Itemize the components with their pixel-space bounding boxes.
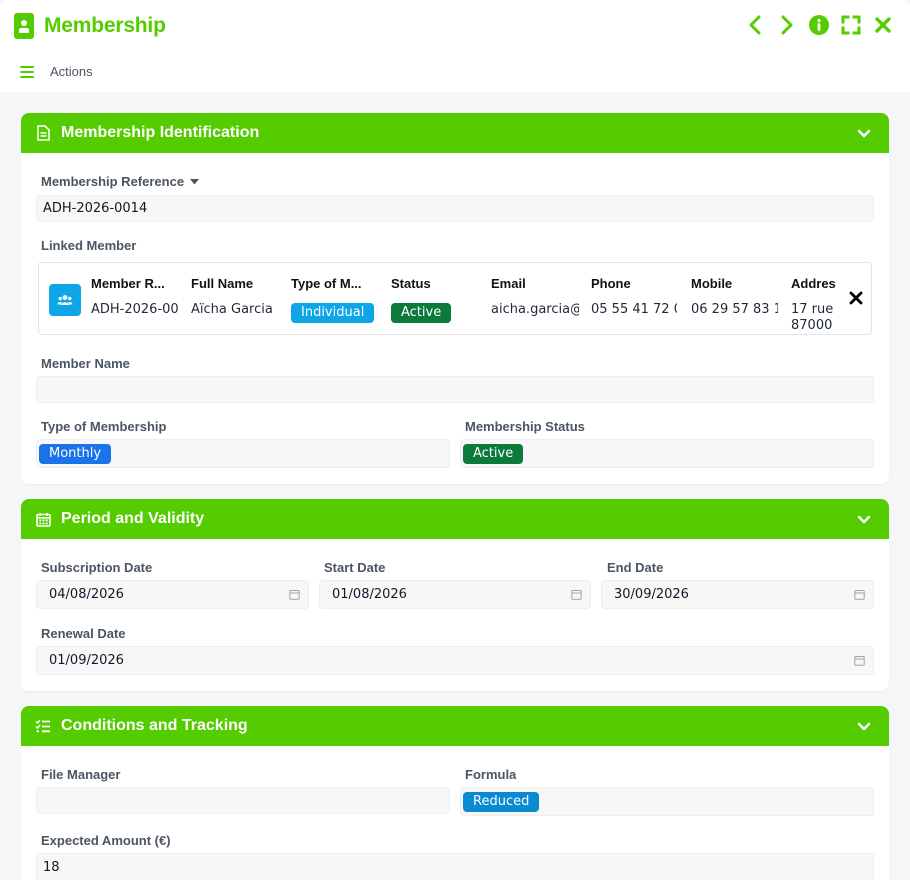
identification-header[interactable]: Membership Identification — [21, 113, 889, 153]
status-field[interactable]: Active — [460, 439, 874, 468]
subscription-date-label: Subscription Date — [41, 560, 153, 575]
remove-link-icon[interactable] — [849, 291, 863, 310]
lm-header-type: Type of M... — [291, 276, 362, 291]
renewal-date-value: 01/09/2026 — [49, 653, 124, 668]
reference-field[interactable]: ADH-2026-0014 — [36, 195, 874, 222]
calendar-picker-icon[interactable] — [854, 589, 865, 604]
expected-amount-field[interactable]: 18 — [36, 853, 874, 880]
calendar-picker-icon[interactable] — [571, 589, 582, 604]
conditions-section: Conditions and Tracking File Manager For… — [21, 706, 889, 880]
section-title: Membership Identification — [61, 124, 260, 141]
window-controls — [744, 14, 894, 36]
actions-label[interactable]: Actions — [50, 64, 93, 79]
end-date-field[interactable]: 30/09/2026 — [601, 580, 874, 609]
previous-icon[interactable] — [744, 14, 766, 36]
subscription-date-value: 04/08/2026 — [49, 587, 124, 602]
end-date-label: End Date — [607, 560, 664, 575]
next-icon[interactable] — [776, 14, 798, 36]
lm-header-address: Addres — [791, 276, 836, 291]
users-icon — [49, 284, 81, 316]
start-date-label: Start Date — [324, 560, 386, 575]
lm-mobile: 06 29 57 83 14 — [691, 302, 778, 317]
renewal-date-field[interactable]: 01/09/2026 — [36, 646, 874, 675]
member-name-label: Member Name — [41, 356, 130, 371]
lm-address-line1: 17 rue d — [791, 302, 837, 317]
formula-field[interactable]: Reduced — [460, 787, 874, 816]
start-date-field[interactable]: 01/08/2026 — [319, 580, 591, 609]
lm-header-reference: Member R... — [91, 276, 165, 291]
hamburger-icon[interactable] — [20, 65, 34, 78]
lm-email: aicha.garcia@ — [491, 302, 579, 317]
lm-col-mobile: Mobile 06 29 57 83 14 — [691, 263, 778, 334]
conditions-header[interactable]: Conditions and Tracking — [21, 706, 889, 746]
calendar-picker-icon[interactable] — [289, 589, 300, 604]
close-icon[interactable] — [872, 14, 894, 36]
lm-type-tag: Individual — [291, 303, 375, 323]
period-section: Period and Validity Subscription Date 04… — [21, 499, 889, 691]
section-title: Conditions and Tracking — [61, 717, 248, 734]
lm-col-email: Email aicha.garcia@ — [491, 263, 579, 334]
lm-address-line2: 87000 — [791, 318, 833, 333]
chevron-down-icon[interactable] — [857, 719, 871, 737]
file-manager-field[interactable] — [36, 787, 450, 814]
id-card-icon — [14, 13, 34, 39]
subscription-date-field[interactable]: 04/08/2026 — [36, 580, 309, 609]
caret-down-icon[interactable] — [190, 178, 200, 185]
reference-label: Membership Reference — [41, 174, 200, 189]
linked-member-card[interactable]: Member R... ADH-2026-00 Full Name Aïcha … — [38, 262, 872, 335]
type-label: Type of Membership — [41, 419, 167, 434]
info-icon[interactable] — [808, 14, 830, 36]
lm-type-wrap: Individual — [291, 303, 375, 323]
member-name-field[interactable] — [36, 376, 874, 403]
lm-col-type: Type of M... Individual — [291, 263, 379, 334]
lm-header-full-name: Full Name — [191, 276, 254, 291]
start-date-value: 01/08/2026 — [332, 587, 407, 602]
formula-label: Formula — [465, 767, 517, 782]
chevron-down-icon[interactable] — [857, 126, 871, 144]
lm-header-mobile: Mobile — [691, 276, 733, 291]
checklist-icon — [35, 718, 51, 734]
calendar-picker-icon[interactable] — [854, 655, 865, 670]
identification-section: Membership Identification Membership Ref… — [21, 113, 889, 484]
membership-window: Membership Actions Membership Identifica… — [0, 0, 910, 880]
lm-col-status: Status Active — [391, 263, 479, 334]
window-title: Membership — [44, 14, 166, 37]
lm-status-wrap: Active — [391, 303, 452, 323]
lm-col-address: Addres 17 rue d 87000 — [791, 263, 837, 334]
renewal-date-label: Renewal Date — [41, 626, 126, 641]
status-label: Membership Status — [465, 419, 585, 434]
fullscreen-icon[interactable] — [840, 14, 862, 36]
expected-amount-value: 18 — [43, 860, 60, 875]
document-icon — [35, 125, 51, 141]
lm-col-phone: Phone 05 55 41 72 09 — [591, 263, 677, 334]
reference-label-text: Membership Reference — [41, 174, 185, 189]
lm-full-name: Aïcha Garcia — [191, 302, 273, 317]
window-header: Membership Actions — [0, 0, 910, 92]
lm-header-email: Email — [491, 276, 526, 291]
lm-header-phone: Phone — [591, 276, 631, 291]
type-tag: Monthly — [39, 443, 112, 464]
chevron-down-icon[interactable] — [857, 512, 871, 530]
title-row: Membership — [14, 12, 166, 40]
lm-header-status: Status — [391, 276, 431, 291]
end-date-value: 30/09/2026 — [614, 587, 689, 602]
lm-status-tag: Active — [391, 303, 452, 323]
linked-member-label: Linked Member — [41, 238, 137, 253]
lm-reference: ADH-2026-00 — [91, 302, 179, 317]
formula-tag: Reduced — [463, 791, 540, 812]
actions-menu[interactable]: Actions — [20, 64, 93, 79]
section-title: Period and Validity — [61, 510, 205, 527]
lm-phone: 05 55 41 72 09 — [591, 302, 677, 317]
lm-col-reference: Member R... ADH-2026-00 — [91, 263, 179, 334]
status-tag: Active — [463, 443, 524, 464]
lm-col-full-name: Full Name Aïcha Garcia — [191, 263, 279, 334]
file-manager-label: File Manager — [41, 767, 121, 782]
reference-value: ADH-2026-0014 — [43, 201, 148, 216]
type-field[interactable]: Monthly — [36, 439, 450, 468]
period-header[interactable]: Period and Validity — [21, 499, 889, 539]
expected-amount-label: Expected Amount (€) — [41, 833, 171, 848]
calendar-icon — [35, 511, 51, 527]
